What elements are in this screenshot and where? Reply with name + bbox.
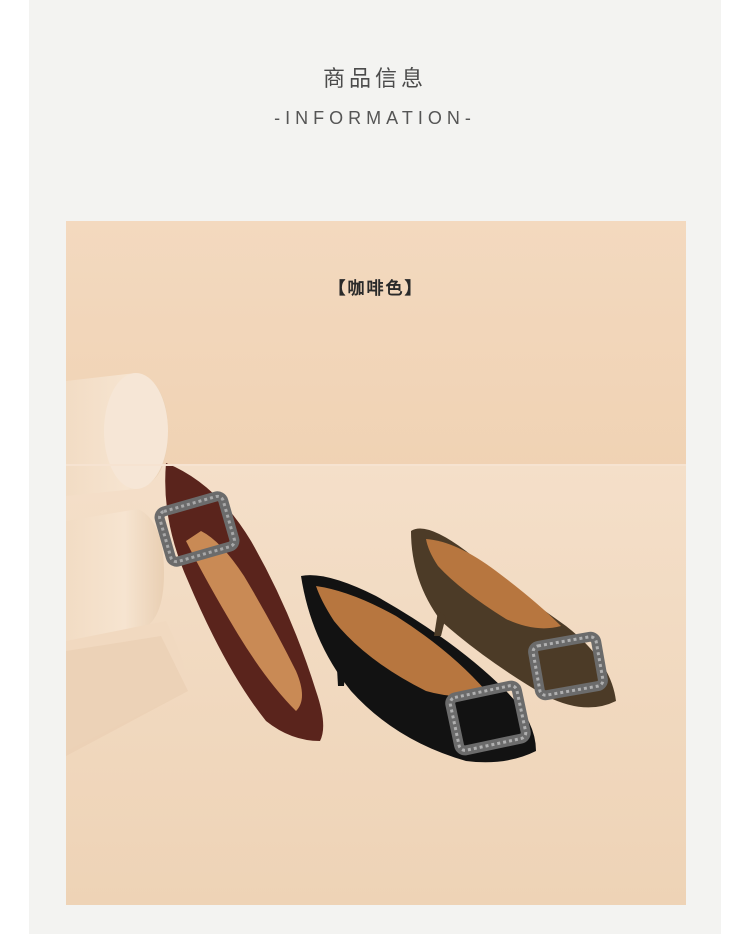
color-label: 【咖啡色】 bbox=[328, 279, 424, 299]
page: 商品信息 -INFORMATION- 【咖啡色】 bbox=[0, 0, 750, 934]
product-photo: 【咖啡色】 bbox=[66, 221, 686, 905]
wall-floor-line bbox=[66, 464, 686, 466]
section-title: 商品信息 bbox=[322, 67, 427, 92]
right-border bbox=[721, 0, 750, 934]
left-border bbox=[0, 0, 29, 934]
product-photo-art bbox=[66, 373, 686, 905]
section-subtitle: -INFORMATION- bbox=[274, 108, 476, 128]
